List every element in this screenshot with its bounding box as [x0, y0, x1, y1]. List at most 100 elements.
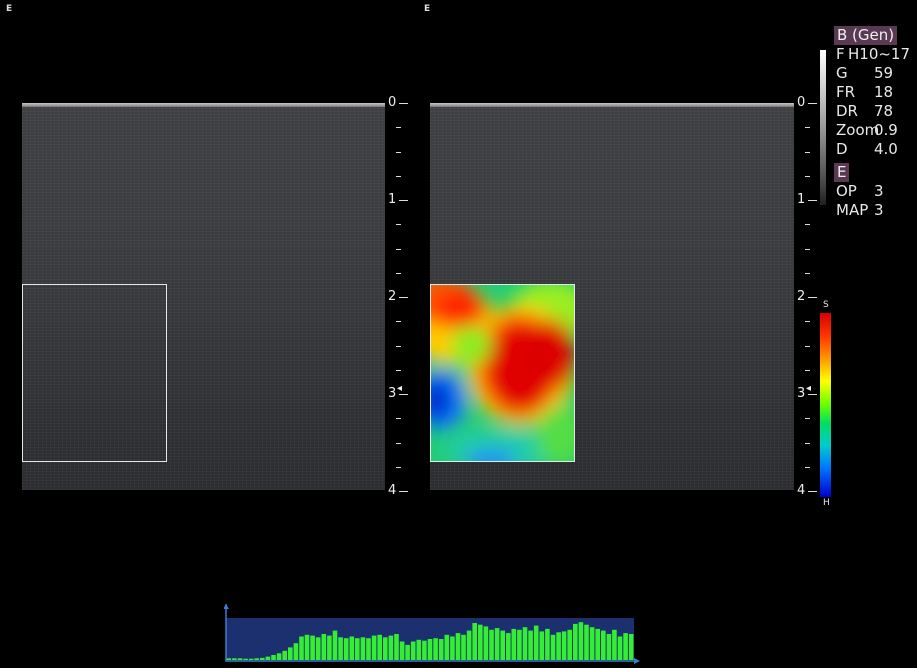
depth-minor-tick — [805, 175, 810, 177]
depth-minor-tick — [805, 418, 810, 420]
param-value: H10~17 — [848, 45, 911, 63]
depth-scale-left: 0 1 2 3 4 ◂ — [386, 95, 416, 498]
depth-label: 4 — [797, 483, 806, 498]
param-key: OP — [836, 182, 857, 200]
depth-label: 3 — [388, 386, 397, 401]
histogram-bar — [332, 630, 338, 660]
histogram-bar — [327, 635, 332, 660]
elasticity-map[interactable] — [430, 284, 575, 462]
depth-minor-tick — [805, 248, 810, 250]
histogram-bar — [383, 637, 388, 660]
histogram-bar — [349, 636, 355, 660]
depth-label: 1 — [797, 192, 806, 207]
histogram-bar — [578, 622, 584, 660]
depth-label: 1 — [388, 192, 397, 207]
histogram-bar — [489, 629, 494, 660]
histogram-bar — [265, 656, 271, 660]
histogram-bar — [299, 636, 304, 660]
depth-minor-tick — [396, 175, 401, 177]
histogram-bar — [282, 650, 287, 660]
histogram-bar — [260, 657, 265, 660]
histogram-bar — [522, 627, 528, 660]
histogram-bar — [371, 635, 377, 660]
histogram-bar — [601, 630, 606, 660]
depth-label: 4 — [388, 483, 397, 498]
depth-minor-tick — [396, 151, 401, 153]
gray-map-bar — [820, 50, 826, 205]
histogram-bar — [517, 629, 522, 660]
colorbar-bottom-label: H — [823, 498, 830, 508]
depth-minor-tick — [396, 272, 401, 274]
histogram-bar — [450, 636, 455, 660]
histogram-bar — [545, 628, 550, 660]
histogram-bar — [226, 658, 232, 660]
param-key: DR — [836, 102, 858, 120]
depth-minor-tick — [396, 224, 401, 226]
histogram-bar — [315, 637, 321, 660]
elasto-title[interactable]: E — [834, 163, 850, 182]
depth-major-tick — [808, 200, 817, 201]
param-key: Zoom — [836, 121, 880, 139]
depth-minor-tick — [396, 345, 401, 347]
param-value: 18 — [874, 83, 894, 101]
depth-label: 0 — [797, 95, 806, 110]
histogram-bar — [461, 634, 466, 660]
histogram-bar — [321, 634, 327, 660]
depth-minor-tick — [396, 321, 401, 323]
depth-label: 0 — [388, 95, 397, 110]
histogram-bar — [628, 634, 634, 660]
histogram-bar — [310, 635, 315, 660]
histogram-bar — [271, 655, 276, 660]
param-value: 78 — [874, 102, 894, 120]
depth-label: 3 — [797, 386, 806, 401]
depth-major-tick — [399, 491, 408, 492]
depth-minor-tick — [396, 442, 401, 444]
parameter-panel: B (Gen) F H10~17 G 59 FR 18 DR 78 Zoom 0.9 D 4.0 E … — [834, 26, 917, 220]
param-value: 0.9 — [874, 121, 898, 139]
histogram-bar — [573, 623, 578, 660]
histogram-bar — [533, 625, 539, 660]
right-pane-mark: E — [424, 4, 431, 14]
histogram-bar — [612, 629, 617, 660]
param-key: FR — [836, 83, 856, 101]
histogram-svg — [223, 604, 640, 664]
histogram-bar — [399, 641, 405, 660]
histogram-bar — [410, 641, 416, 660]
histogram-bar — [466, 630, 472, 660]
depth-minor-tick — [805, 127, 810, 129]
histogram-bar — [506, 633, 511, 660]
histogram-bar — [338, 637, 343, 660]
param-row: FR 18 — [834, 83, 917, 102]
mode-title[interactable]: B (Gen) — [834, 26, 898, 45]
depth-major-tick — [399, 297, 408, 298]
depth-minor-tick — [396, 418, 401, 420]
histogram-bar — [237, 658, 243, 660]
histogram-bar — [433, 638, 438, 660]
depth-major-tick — [808, 491, 817, 492]
param-row: MAP 3 — [834, 201, 917, 220]
depth-minor-tick — [396, 466, 401, 468]
param-row: D 4.0 — [834, 140, 917, 159]
roi-box[interactable] — [22, 284, 167, 462]
elasticity-colorbar — [820, 313, 831, 497]
histogram-bar — [539, 631, 545, 660]
param-key: G — [836, 64, 848, 82]
depth-minor-tick — [805, 224, 810, 226]
param-row: F H10~17 — [834, 45, 917, 64]
histogram-bar — [416, 639, 422, 660]
focus-marker-icon[interactable]: ◂ — [806, 382, 811, 395]
param-row: G 59 — [834, 64, 917, 83]
depth-minor-tick — [805, 442, 810, 444]
histogram-bar — [494, 628, 500, 660]
histogram-bar — [293, 643, 299, 660]
histogram-bar — [595, 628, 600, 660]
histogram-bar — [444, 634, 450, 660]
histogram-bar — [567, 629, 572, 660]
histogram-bar — [304, 634, 310, 660]
param-key: F — [836, 45, 845, 63]
focus-marker-icon[interactable]: ◂ — [397, 382, 402, 395]
histogram-bar — [355, 638, 360, 660]
param-value: 3 — [874, 182, 884, 200]
histogram-bar — [556, 632, 561, 660]
strain-histogram — [223, 604, 640, 664]
